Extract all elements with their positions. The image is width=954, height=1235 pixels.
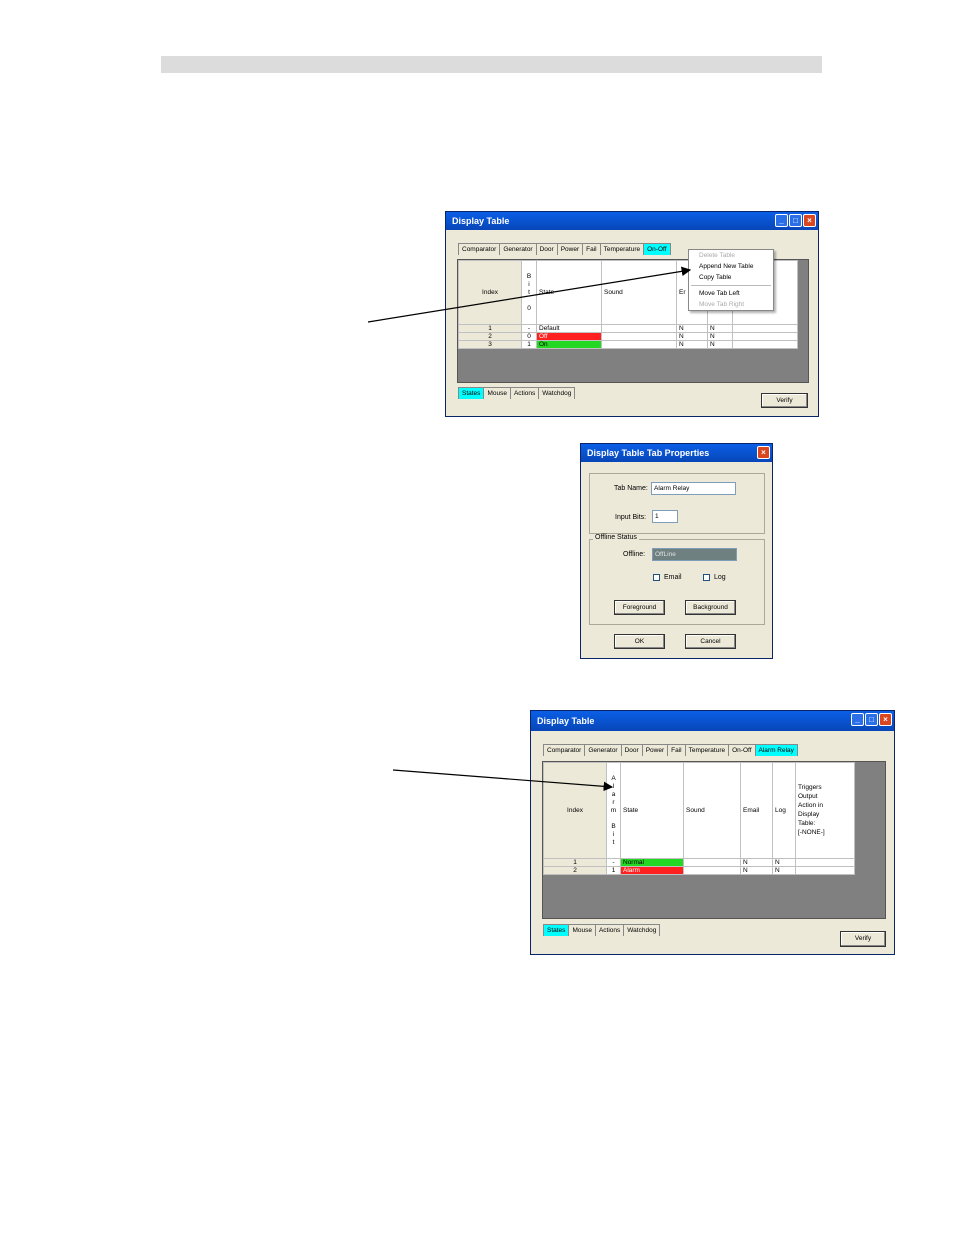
tab-name-input[interactable]: Alarm Relay bbox=[651, 482, 736, 495]
column-header-index: Index bbox=[543, 762, 607, 859]
column-header-state: State bbox=[536, 260, 602, 325]
table-tabs: Comparator Generator Door Power Fail Tem… bbox=[458, 243, 671, 255]
menu-divider bbox=[691, 285, 771, 286]
column-header-sound: Sound bbox=[683, 762, 741, 859]
tab-temperature[interactable]: Temperature bbox=[684, 744, 730, 756]
minimize-icon[interactable]: _ bbox=[775, 214, 788, 227]
column-header-alarm-bit: AlarmBit bbox=[606, 762, 621, 859]
log-checkbox[interactable] bbox=[703, 574, 710, 581]
menu-item-move-tab-left[interactable]: Move Tab Left bbox=[689, 288, 773, 299]
offline-status-label: Offline Status bbox=[593, 534, 639, 541]
header-bar bbox=[161, 56, 822, 73]
context-menu: Delete Table Append New Table Copy Table… bbox=[688, 249, 774, 311]
table-row[interactable]: 2 0 Off N N bbox=[458, 332, 798, 341]
close-icon[interactable]: × bbox=[879, 713, 892, 726]
dialog-title: Display Table Tab Properties bbox=[581, 444, 772, 462]
menu-item-delete-table[interactable]: Delete Table bbox=[689, 250, 773, 261]
maximize-icon[interactable]: □ bbox=[789, 214, 802, 227]
tab-temperature[interactable]: Temperature bbox=[599, 243, 645, 255]
email-checkbox[interactable] bbox=[653, 574, 660, 581]
column-header-state: State bbox=[620, 762, 684, 859]
close-icon[interactable]: × bbox=[757, 446, 770, 459]
bottom-tabs: States Mouse Actions Watchdog bbox=[458, 387, 576, 399]
foreground-button[interactable]: Foreground bbox=[614, 600, 665, 615]
tab-mouse[interactable]: Mouse bbox=[568, 924, 596, 936]
tab-on-off[interactable]: On-Off bbox=[643, 243, 671, 255]
column-header-triggers: Triggers Output Action in Display Table: [-NO… bbox=[795, 762, 855, 859]
column-header-log: Log bbox=[772, 762, 796, 859]
tab-generator[interactable]: Generator bbox=[499, 243, 537, 255]
window-controls: _ □ × bbox=[851, 713, 892, 726]
tab-fail[interactable]: Fail bbox=[582, 243, 601, 255]
column-header-index: Index bbox=[458, 260, 522, 325]
minimize-icon[interactable]: _ bbox=[851, 713, 864, 726]
tab-states[interactable]: States bbox=[458, 387, 485, 399]
input-bits-input[interactable]: 1 bbox=[652, 510, 678, 523]
menu-item-move-tab-right[interactable]: Move Tab Right bbox=[689, 299, 773, 310]
log-checkbox-label: Log bbox=[714, 574, 726, 581]
menu-item-copy-table[interactable]: Copy Table bbox=[689, 272, 773, 283]
table-row[interactable]: 1 - Normal N N bbox=[543, 858, 855, 867]
states-table: Index AlarmBit State Sound Email Log Tri… bbox=[543, 762, 855, 875]
tab-door[interactable]: Door bbox=[620, 744, 643, 756]
tab-power[interactable]: Power bbox=[556, 243, 584, 255]
table-row[interactable]: 3 1 On N N bbox=[458, 340, 798, 349]
offline-input[interactable]: OffLine bbox=[652, 548, 737, 561]
tab-power[interactable]: Power bbox=[641, 744, 669, 756]
tab-on-off[interactable]: On-Off bbox=[728, 744, 756, 756]
close-icon[interactable]: × bbox=[803, 214, 816, 227]
offline-label: Offline: bbox=[623, 551, 646, 558]
bottom-tabs: States Mouse Actions Watchdog bbox=[543, 924, 661, 936]
tab-states[interactable]: States bbox=[543, 924, 570, 936]
tab-actions[interactable]: Actions bbox=[509, 387, 540, 399]
background-button[interactable]: Background bbox=[685, 600, 736, 615]
tab-watchdog[interactable]: Watchdog bbox=[623, 924, 661, 936]
tab-fail[interactable]: Fail bbox=[667, 744, 686, 756]
input-bits-label: Input Bits: bbox=[615, 514, 647, 521]
cancel-button[interactable]: Cancel bbox=[685, 634, 736, 649]
display-table-window-1: Display Table _ □ × Comparator Generator… bbox=[445, 211, 819, 417]
tab-door[interactable]: Door bbox=[535, 243, 558, 255]
tab-comparator[interactable]: Comparator bbox=[543, 744, 586, 756]
tab-watchdog[interactable]: Watchdog bbox=[538, 387, 576, 399]
verify-button[interactable]: Verify bbox=[761, 393, 808, 408]
tab-actions[interactable]: Actions bbox=[594, 924, 625, 936]
column-header-bit: Bit0 bbox=[521, 260, 537, 325]
window-title: Display Table bbox=[531, 711, 894, 731]
column-header-sound: Sound bbox=[601, 260, 677, 325]
tab-properties-dialog: Display Table Tab Properties × Tab Name:… bbox=[580, 443, 773, 659]
tab-comparator[interactable]: Comparator bbox=[458, 243, 501, 255]
table-tabs: Comparator Generator Door Power Fail Tem… bbox=[543, 744, 798, 756]
tab-generator[interactable]: Generator bbox=[584, 744, 622, 756]
verify-button[interactable]: Verify bbox=[840, 931, 886, 947]
tab-mouse[interactable]: Mouse bbox=[483, 387, 511, 399]
email-checkbox-label: Email bbox=[664, 574, 682, 581]
tab-name-label: Tab Name: bbox=[614, 485, 648, 492]
ok-button[interactable]: OK bbox=[614, 634, 665, 649]
dialog-controls: × bbox=[757, 446, 770, 459]
menu-item-append-new-table[interactable]: Append New Table bbox=[689, 261, 773, 272]
maximize-icon[interactable]: □ bbox=[865, 713, 878, 726]
column-header-email: Email bbox=[740, 762, 773, 859]
display-table-window-2: Display Table _ □ × Comparator Generator… bbox=[530, 710, 895, 955]
window-controls: _ □ × bbox=[775, 214, 816, 227]
annotation-arrows bbox=[367, 266, 692, 792]
states-grid-area: Index AlarmBit State Sound Email Log Tri… bbox=[542, 761, 886, 919]
window-title: Display Table bbox=[446, 212, 818, 230]
table-row[interactable]: 2 1 Alarm N N bbox=[543, 866, 855, 875]
table-row[interactable]: 1 - Default N N bbox=[458, 324, 798, 333]
tab-alarm-relay[interactable]: Alarm Relay bbox=[754, 744, 798, 756]
